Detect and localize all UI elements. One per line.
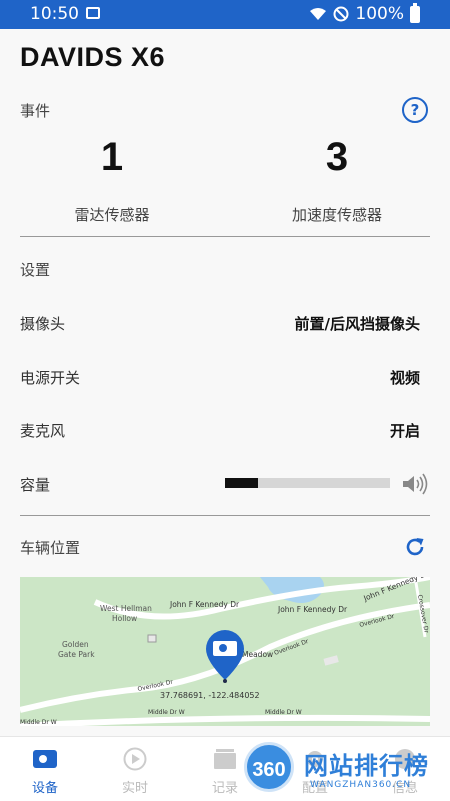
- device-icon: [33, 750, 57, 768]
- help-icon[interactable]: ?: [402, 97, 428, 123]
- device-title: DAVIDS X6: [20, 42, 166, 72]
- divider: [20, 515, 430, 516]
- wifi-icon: [310, 8, 327, 20]
- map-label: Gate Park: [58, 650, 95, 659]
- microphone-value: 开启: [389, 422, 420, 440]
- map-label: Middle Dr W: [20, 719, 57, 726]
- watermark-logo: 360 网站排行榜 WANGZHAN360.CN: [238, 740, 448, 798]
- map-label: Middle Dr W: [148, 709, 185, 716]
- watermark-text: 网站排行榜: [304, 752, 429, 780]
- map-building: [147, 634, 157, 643]
- events-section-label: 事件: [20, 102, 51, 120]
- map-label: Hollow: [112, 614, 137, 623]
- power-label: 电源开关: [20, 369, 81, 387]
- map-label: John F Kennedy Dr: [277, 605, 348, 614]
- map-label: Middle Dr W: [265, 709, 302, 716]
- camera-value: 前置/后风挡摄像头: [294, 315, 420, 333]
- location-section-label: 车辆位置: [20, 539, 81, 557]
- tab-live[interactable]: 实时: [100, 737, 170, 801]
- settings-section-label: 设置: [20, 261, 51, 279]
- map-label: John F Kennedy Dr: [169, 600, 240, 609]
- gps-coordinates: 37.768691, -122.484052: [160, 691, 260, 700]
- status-bar: 10:50 100%: [0, 0, 450, 29]
- map-label: Meadow: [242, 650, 273, 659]
- watermark-badge: 360: [244, 742, 294, 792]
- volume-slider-fill: [225, 478, 258, 488]
- accel-event-count: 3: [325, 135, 349, 179]
- volume-slider[interactable]: [225, 478, 390, 488]
- refresh-icon[interactable]: [404, 536, 426, 558]
- map-canvas: John F Kennedy Dr John F Kennedy Dr John…: [20, 577, 430, 726]
- radar-event-count: 1: [100, 135, 124, 179]
- vehicle-location-map[interactable]: John F Kennedy Dr John F Kennedy Dr John…: [20, 577, 430, 726]
- records-icon: [214, 749, 236, 769]
- map-label: West Hellman: [100, 604, 152, 613]
- microphone-label: 麦克风: [20, 422, 66, 440]
- watermark-subtext: WANGZHAN360.CN: [310, 780, 412, 790]
- do-not-disturb-icon: [333, 6, 349, 22]
- camera-label: 摄像头: [20, 315, 66, 333]
- tab-device[interactable]: 设备: [10, 737, 80, 801]
- tab-label: 实时: [121, 781, 148, 796]
- play-icon: [123, 747, 147, 771]
- power-value: 视频: [389, 369, 420, 387]
- divider: [20, 236, 430, 237]
- accel-sensor-label: 加速度传感器: [291, 206, 382, 224]
- image-notification-icon: [86, 7, 100, 19]
- speaker-icon: [403, 473, 428, 495]
- status-icons: 100%: [309, 2, 420, 24]
- tab-label: 设备: [31, 781, 58, 796]
- status-time: 10:50: [30, 4, 79, 24]
- battery-icon: [410, 2, 420, 23]
- volume-label: 容量: [20, 476, 51, 494]
- battery-percent: 100%: [355, 4, 404, 24]
- radar-sensor-label: 雷达传感器: [74, 206, 150, 224]
- map-label: Golden: [62, 640, 89, 649]
